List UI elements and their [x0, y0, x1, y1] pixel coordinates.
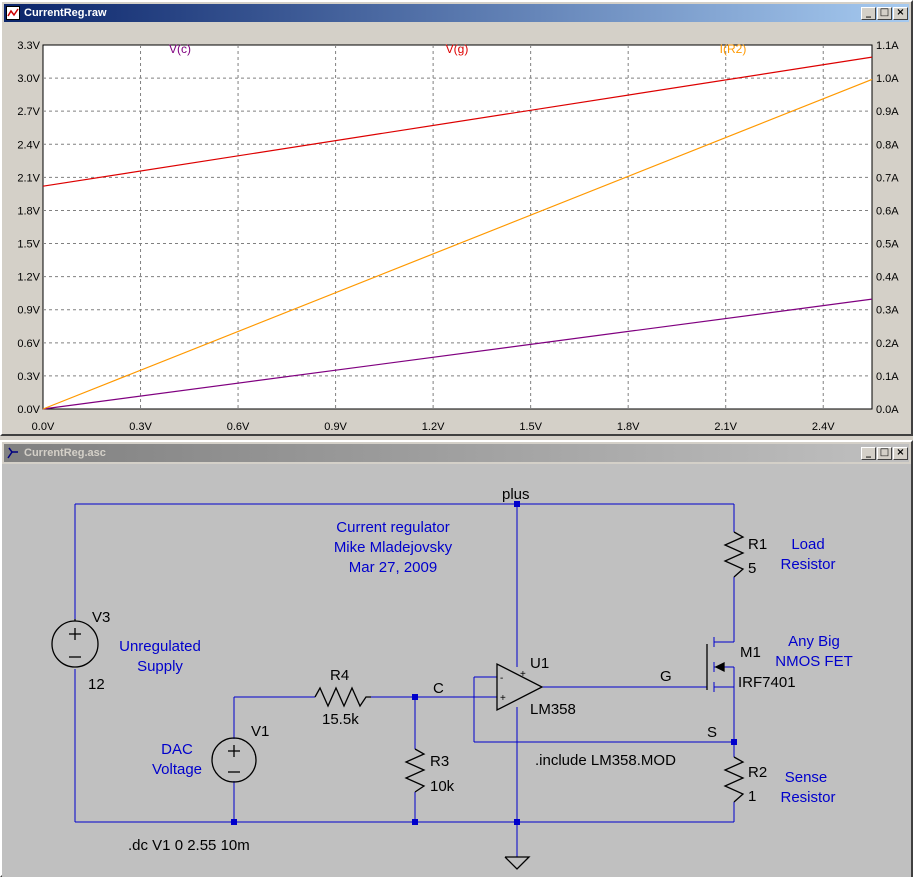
r3-value: 10k [430, 778, 455, 795]
m1-desc-2: NMOS FET [775, 653, 853, 670]
y-right-tick-label: 0.3A [876, 305, 899, 317]
y-left-tick-label: 1.2V [17, 272, 40, 284]
y-left-tick-label: 2.4V [17, 139, 40, 151]
r1-value: 5 [748, 560, 756, 577]
y-left-tick-label: 0.6V [17, 338, 40, 350]
waveform-titlebar[interactable]: CurrentReg.raw _ □ × [4, 4, 909, 22]
r2-name: R2 [748, 764, 767, 781]
y-left-tick-label: 2.7V [17, 106, 40, 118]
node-label-plus: plus [502, 486, 530, 503]
y-right-tick-label: 0.4A [876, 272, 899, 284]
u1-name: U1 [530, 655, 549, 672]
schematic-canvas[interactable]: plus C G S V3 12 V1 R4 15.5k R3 10k R1 5… [2, 464, 911, 877]
maximize-button[interactable]: □ [877, 6, 892, 20]
schematic-titlebar[interactable]: CurrentReg.asc _ □ × [4, 444, 909, 462]
schematic-window-title: CurrentReg.asc [24, 447, 106, 459]
y-left-tick-label: 0.0V [17, 404, 40, 416]
y-right-tick-label: 0.6A [876, 205, 899, 217]
v1-desc-2: Voltage [152, 761, 202, 778]
m1-desc-1: Any Big [788, 633, 840, 650]
y-right-tick-label: 0.0A [876, 404, 899, 416]
comment-line-1: Current regulator [336, 519, 449, 536]
waveform-window-title: CurrentReg.raw [24, 7, 107, 19]
y-left-tick-label: 1.8V [17, 205, 40, 217]
schematic-window: CurrentReg.asc _ □ × plus C G S V3 12 V1… [0, 440, 913, 877]
v3-value: 12 [88, 676, 105, 693]
y-right-tick-label: 0.1A [876, 371, 899, 383]
r1-name: R1 [748, 536, 767, 553]
m1-name: M1 [740, 644, 761, 661]
minimize-button[interactable]: _ [861, 6, 876, 20]
x-tick-label: 1.5V [519, 421, 542, 433]
u1-plus-pin: + [520, 669, 526, 680]
comment-line-2: Mike Mladejovsky [334, 539, 453, 556]
v1-name: V1 [251, 723, 269, 740]
r2-desc-2: Resistor [780, 789, 835, 806]
x-tick-label: 2.1V [714, 421, 737, 433]
v3-desc-1: Unregulated [119, 638, 201, 655]
u1-value: LM358 [530, 701, 576, 718]
node-label-g: G [660, 668, 672, 685]
legend-vg: V(g) [446, 42, 469, 56]
close-button[interactable]: × [893, 446, 908, 460]
schematic-app-icon [6, 446, 20, 460]
v3-desc-2: Supply [137, 658, 183, 675]
r2-desc-1: Sense [785, 769, 828, 786]
x-tick-label: 1.8V [617, 421, 640, 433]
y-right-tick-label: 0.2A [876, 338, 899, 350]
y-right-tick-label: 1.0A [876, 73, 899, 85]
v1-desc-1: DAC [161, 741, 193, 758]
y-left-tick-label: 2.1V [17, 172, 40, 184]
y-left-tick-label: 3.3V [17, 40, 40, 52]
include-directive: .include LM358.MOD [535, 752, 676, 769]
y-left-tick-label: 1.5V [17, 239, 40, 251]
y-left-tick-label: 0.3V [17, 371, 40, 383]
close-button[interactable]: × [893, 6, 908, 20]
y-right-tick-label: 1.1A [876, 40, 899, 52]
comment-line-3: Mar 27, 2009 [349, 559, 437, 576]
y-right-tick-label: 0.8A [876, 139, 899, 151]
y-right-tick-label: 0.9A [876, 106, 899, 118]
waveform-plot[interactable]: 0.0V 0.3V 0.6V 0.9V 1.2V 1.5V 1.8V 2.1V 2.4V 0.0V… [2, 24, 911, 434]
y-left-tick-label: 0.9V [17, 305, 40, 317]
maximize-button[interactable]: □ [877, 446, 892, 460]
x-tick-label: 0.6V [227, 421, 250, 433]
r3-name: R3 [430, 753, 449, 770]
r1-desc-2: Resistor [780, 556, 835, 573]
u1-inv-label: - [500, 673, 503, 684]
x-tick-label: 0.0V [32, 421, 55, 433]
waveform-app-icon [6, 6, 20, 20]
u1-noninv-label: + [500, 693, 506, 704]
m1-value: IRF7401 [738, 674, 796, 691]
r1-desc-1: Load [791, 536, 824, 553]
legend-ir2: I(R2) [720, 42, 747, 56]
legend-vc: V(c) [169, 42, 191, 56]
r2-value: 1 [748, 788, 756, 805]
y-left-tick-label: 3.0V [17, 73, 40, 85]
v3-name: V3 [92, 609, 110, 626]
r4-value: 15.5k [322, 711, 359, 728]
y-right-tick-label: 0.5A [876, 239, 899, 251]
minimize-button[interactable]: _ [861, 446, 876, 460]
node-label-s: S [707, 724, 717, 741]
y-right-tick-label: 0.7A [876, 172, 899, 184]
dc-directive: .dc V1 0 2.55 10m [128, 837, 250, 854]
waveform-window: CurrentReg.raw _ □ × 0.0V 0.3V 0.6V 0.9V 1.2… [0, 0, 913, 436]
r4-name: R4 [330, 667, 349, 684]
x-tick-label: 2.4V [812, 421, 835, 433]
node-label-c: C [433, 680, 444, 697]
x-tick-label: 0.9V [324, 421, 347, 433]
x-tick-label: 1.2V [422, 421, 445, 433]
x-tick-label: 0.3V [129, 421, 152, 433]
